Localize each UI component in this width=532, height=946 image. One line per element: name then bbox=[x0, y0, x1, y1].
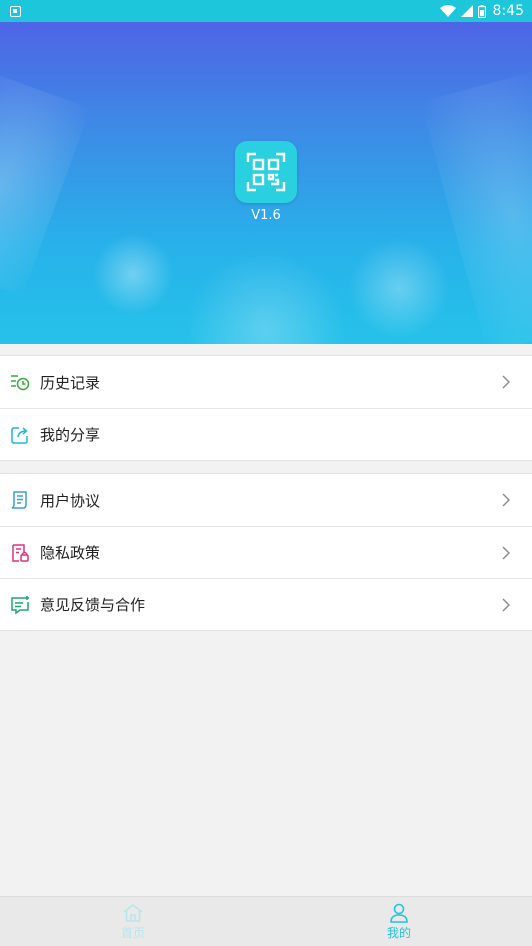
menu-group-about: 用户协议 隐私政策 意见反馈与合作 bbox=[0, 473, 532, 631]
app-version: V1.6 bbox=[251, 208, 281, 223]
chevron-right-icon bbox=[502, 598, 510, 612]
bottom-navigation: 首页 我的 bbox=[0, 896, 532, 946]
menu-item-label: 意见反馈与合作 bbox=[40, 596, 146, 614]
history-icon bbox=[10, 372, 30, 392]
home-icon bbox=[123, 903, 143, 922]
app-logo bbox=[235, 141, 297, 203]
battery-icon bbox=[477, 4, 486, 18]
privacy-icon bbox=[10, 543, 30, 563]
chevron-right-icon bbox=[502, 546, 510, 560]
chevron-right-icon bbox=[502, 375, 510, 389]
feedback-icon bbox=[10, 595, 30, 615]
menu-item-feedback[interactable]: 意见反馈与合作 bbox=[0, 578, 532, 630]
menu-item-privacy-policy[interactable]: 隐私政策 bbox=[0, 526, 532, 578]
agreement-icon bbox=[10, 490, 30, 510]
menu-item-user-agreement[interactable]: 用户协议 bbox=[0, 474, 532, 526]
menu-item-history[interactable]: 历史记录 bbox=[0, 356, 532, 408]
chevron-right-icon bbox=[502, 493, 510, 507]
menu-item-label: 隐私政策 bbox=[40, 544, 101, 562]
user-icon bbox=[390, 903, 408, 923]
wifi-icon bbox=[439, 5, 456, 17]
share-icon bbox=[10, 425, 30, 445]
notification-icon bbox=[10, 5, 21, 17]
menu-group-records: 历史记录 我的分享 bbox=[0, 355, 532, 461]
status-bar: 8:45 bbox=[0, 0, 532, 22]
profile-header: V1.6 bbox=[0, 22, 532, 344]
menu-item-label: 历史记录 bbox=[40, 373, 101, 392]
menu-item-share[interactable]: 我的分享 bbox=[0, 408, 532, 460]
tab-label: 首页 bbox=[120, 925, 145, 940]
status-time: 8:45 bbox=[492, 3, 524, 19]
tab-label: 我的 bbox=[386, 925, 411, 940]
tab-home[interactable]: 首页 bbox=[0, 897, 266, 946]
cell-signal-icon bbox=[460, 5, 473, 17]
qr-scan-icon bbox=[246, 152, 286, 192]
tab-mine[interactable]: 我的 bbox=[266, 897, 532, 946]
menu-item-label: 用户协议 bbox=[40, 491, 101, 510]
menu-item-label: 我的分享 bbox=[40, 426, 101, 444]
